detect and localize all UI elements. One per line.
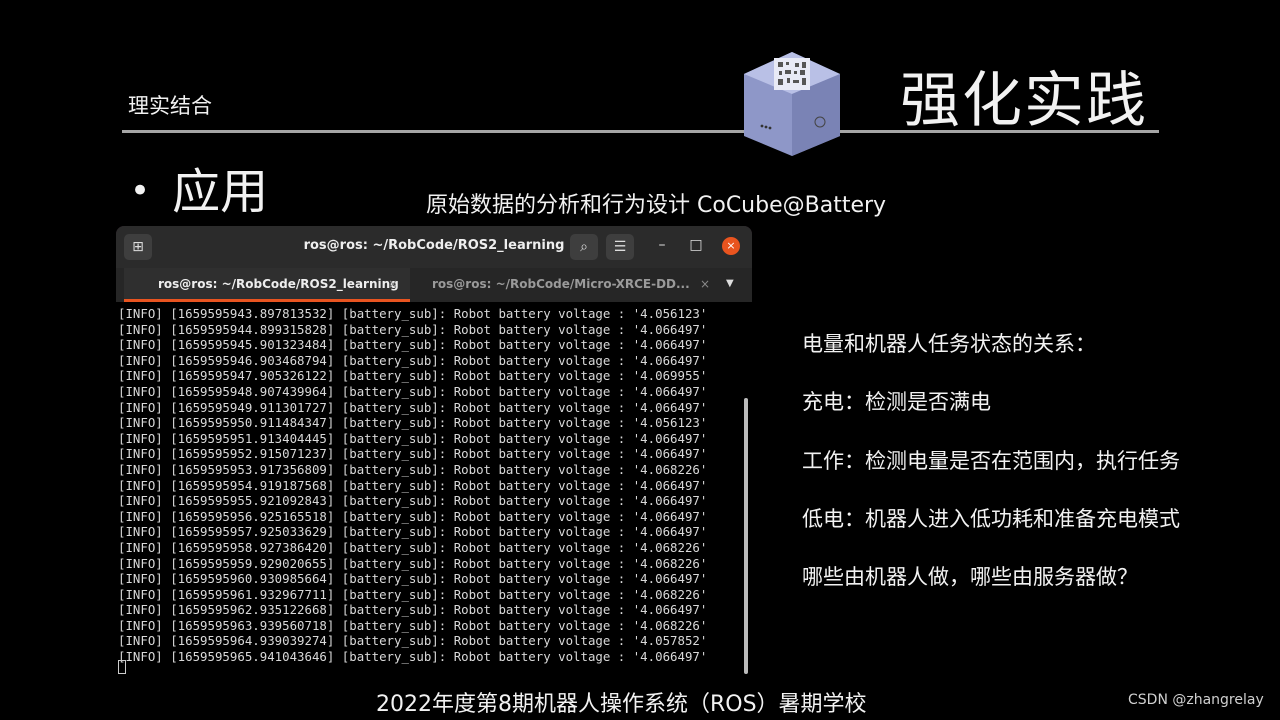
log-line: [INFO] [1659595956.925165518] [battery_s… (118, 508, 708, 524)
note-line: 充电：检测是否满电 (802, 390, 991, 415)
hamburger-menu-icon[interactable]: ☰ (606, 234, 634, 260)
figure-caption: 原始数据的分析和行为设计 CoCube@Battery (426, 193, 887, 218)
scrollbar[interactable] (744, 398, 748, 674)
log-line: [INFO] [1659595960.930985664] [battery_s… (118, 571, 708, 587)
log-lines: [INFO] [1659595943.897813532] [battery_s… (118, 306, 707, 665)
slide-title: 强化实践 (900, 66, 1148, 136)
cocube-robot-image (744, 52, 840, 156)
note-line: 电量和机器人任务状态的关系： (802, 332, 1096, 356)
log-line: [INFO] [1659595963.939560718] [battery_s… (118, 617, 708, 633)
terminal-titlebar: ⊞ ros@ros: ~/RobCode/ROS2_learning ⌕ ☰ –… (116, 226, 752, 268)
log-line: [INFO] [1659595953.917356809] [battery_s… (118, 461, 708, 477)
log-line: [INFO] [1659595948.907439964] [battery_s… (118, 383, 708, 399)
log-line: [INFO] [1659595962.935122668] [battery_s… (118, 602, 708, 618)
terminal-output[interactable]: [INFO] [1659595943.897813532] [battery_s… (116, 302, 752, 678)
title-rule (122, 130, 1159, 133)
tabs-dropdown-icon[interactable]: ▼ (726, 278, 734, 289)
slide-subtitle: 理实结合 (128, 94, 212, 118)
note-line: 工作：检测电量是否在范围内，执行任务 (802, 448, 1180, 473)
log-line: [INFO] [1659595957.925033629] [battery_s… (118, 524, 708, 540)
log-line: [INFO] [1659595950.911484347] [battery_s… (118, 415, 708, 431)
tab-label: ros@ros: ~/RobCode/ROS2_learning (158, 277, 399, 291)
log-line: [INFO] [1659595958.927386420] [battery_s… (118, 539, 708, 555)
maximize-button[interactable]: □ (686, 237, 706, 253)
log-line: [INFO] [1659595954.919187568] [battery_s… (118, 477, 708, 493)
log-line: [INFO] [1659595961.932967711] [battery_s… (118, 586, 708, 602)
slide-footer: 2022年度第8期机器人操作系统（ROS）暑期学校 (376, 692, 867, 717)
tab-label: ros@ros: ~/RobCode/Micro-XRCE-DD... (432, 277, 690, 291)
note-line: 哪些由机器人做，哪些由服务器做？ (802, 565, 1138, 590)
bullet-item: • 应用 (130, 152, 268, 222)
terminal-tabs: ros@ros: ~/RobCode/ROS2_learning × ros@r… (116, 268, 752, 302)
bullet-label: 应用 (172, 164, 269, 220)
text-cursor (118, 660, 126, 674)
minimize-button[interactable]: – (652, 237, 672, 253)
log-line: [INFO] [1659595959.929020655] [battery_s… (118, 555, 708, 571)
terminal-window: ⊞ ros@ros: ~/RobCode/ROS2_learning ⌕ ☰ –… (116, 226, 752, 678)
log-line: [INFO] [1659595955.921092843] [battery_s… (118, 493, 708, 509)
tab-close-icon[interactable]: × (700, 268, 710, 300)
tab-micro-xrce[interactable]: ros@ros: ~/RobCode/Micro-XRCE-DD... × (416, 268, 716, 302)
log-line: [INFO] [1659595946.903468794] [battery_s… (118, 352, 708, 368)
log-line: [INFO] [1659595945.901323484] [battery_s… (118, 337, 708, 353)
log-line: [INFO] [1659595951.913404445] [battery_s… (118, 430, 708, 446)
log-line: [INFO] [1659595965.941043646] [battery_s… (118, 649, 708, 665)
log-line: [INFO] [1659595952.915071237] [battery_s… (118, 446, 708, 462)
search-icon[interactable]: ⌕ (570, 234, 598, 260)
note-line: 低电：机器人进入低功耗和准备充电模式 (802, 506, 1180, 531)
notes-list: 电量和机器人任务状态的关系： 充电：检测是否满电工作：检测电量是否在范围内，执行任… (802, 328, 1180, 619)
bullet-dot: • (130, 171, 151, 211)
tab-close-icon[interactable]: × (388, 268, 398, 300)
tab-ros2-learning[interactable]: ros@ros: ~/RobCode/ROS2_learning × (124, 268, 410, 302)
watermark: CSDN @zhangrelay (1128, 692, 1264, 708)
close-window-button[interactable]: × (722, 237, 740, 255)
log-line: [INFO] [1659595947.905326122] [battery_s… (118, 368, 708, 384)
log-line: [INFO] [1659595944.899315828] [battery_s… (118, 321, 708, 337)
log-line: [INFO] [1659595949.911301727] [battery_s… (118, 399, 708, 415)
log-line: [INFO] [1659595964.939039274] [battery_s… (118, 633, 708, 649)
log-line: [INFO] [1659595943.897813532] [battery_s… (118, 306, 708, 321)
